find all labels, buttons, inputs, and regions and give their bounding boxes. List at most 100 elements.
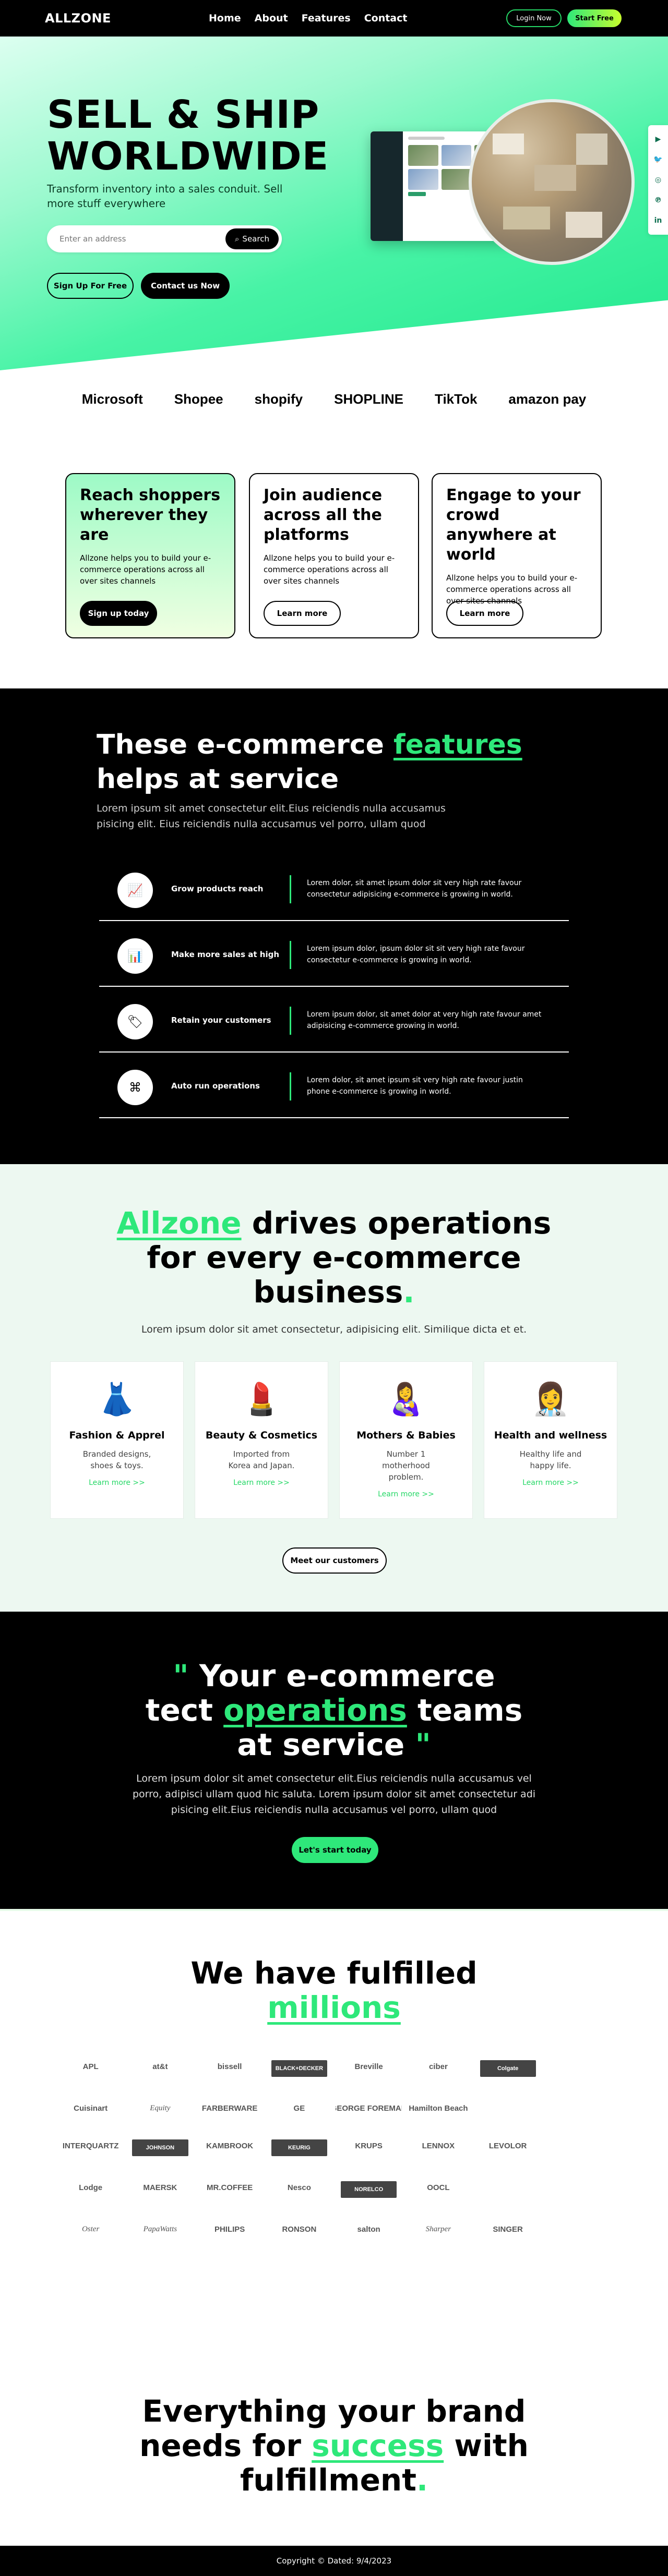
learn-more-link[interactable]: Learn more >> bbox=[195, 1479, 328, 1487]
category-card: 👩‍🍼 Mothers & Babies Number 1 motherhood… bbox=[339, 1361, 473, 1519]
address-search: ⌕ Search bbox=[47, 225, 282, 252]
main-nav: Home About Features Contact bbox=[209, 13, 407, 24]
brand-logo: ciber bbox=[428, 2062, 448, 2071]
operations-title: Allzone drives operations for every e-co… bbox=[0, 1206, 668, 1309]
brand-logo: PapaWatts bbox=[143, 2224, 177, 2233]
brand-logo: Colgate bbox=[480, 2060, 536, 2077]
brand-logo: bissell bbox=[217, 2062, 242, 2071]
linkedin-icon[interactable]: in bbox=[654, 216, 662, 225]
brand-logo: Equity bbox=[150, 2103, 171, 2112]
pinterest-icon[interactable]: ℗ bbox=[654, 196, 662, 204]
nav-features[interactable]: Features bbox=[302, 13, 351, 24]
learn-more-link[interactable]: Learn more >> bbox=[484, 1479, 617, 1487]
quote-l1: Your e-commerce bbox=[188, 1658, 495, 1694]
features-title-pre: These e-commerce bbox=[97, 729, 393, 760]
feature-desc: Lorem dolor, sit amet ipsum dolor sit ve… bbox=[307, 879, 522, 899]
brand-logo: Sharper bbox=[425, 2224, 451, 2233]
feature-row: ⌘ Auto run operations Lorem dolor, sit a… bbox=[99, 1053, 569, 1118]
twitter-icon[interactable]: 🐦 bbox=[653, 155, 662, 164]
dashboard-tile bbox=[441, 169, 471, 190]
start-today-button[interactable]: Let's start today bbox=[292, 1837, 378, 1863]
brand-logo: at&t bbox=[152, 2062, 168, 2071]
search-button[interactable]: ⌕ Search bbox=[225, 228, 279, 249]
nav-home[interactable]: Home bbox=[209, 13, 241, 24]
address-input[interactable] bbox=[59, 233, 216, 245]
brands-section: We have fulfilled millions APL at&t bissel… bbox=[0, 1909, 668, 2300]
brands-title-l1: We have fulfilled bbox=[190, 1955, 478, 1991]
partner-logo-shopify: shopify bbox=[254, 391, 303, 407]
brands-title: We have fulfilled millions bbox=[0, 1956, 668, 2025]
meet-customers-button[interactable]: Meet our customers bbox=[282, 1547, 387, 1574]
brand-logo: MR.COFFEE bbox=[206, 2183, 253, 2192]
brand-logo: Cuisinart bbox=[74, 2103, 108, 2113]
fulfillment-l2-pre: needs for bbox=[139, 2428, 312, 2463]
fulfillment-l3: fulfillment bbox=[240, 2462, 416, 2498]
fulfillment-l2-post: with bbox=[444, 2428, 529, 2463]
city-aerial-image bbox=[469, 99, 635, 265]
partner-logos: Microsoft Shopee shopify SHOPLINE TikTok… bbox=[0, 370, 668, 428]
category-text: Number 1 motherhood problem. bbox=[382, 1449, 430, 1482]
learn-more-button[interactable]: Learn more bbox=[446, 601, 523, 626]
contact-button[interactable]: Contact us Now bbox=[141, 273, 230, 299]
building-shape bbox=[566, 212, 602, 238]
quote-subtitle: Lorem ipsum dolor sit amet consectetur e… bbox=[132, 1773, 536, 1816]
hero-title: SELL & SHIP WORLDWIDE bbox=[47, 94, 329, 177]
brand-logo: JOHNSON bbox=[132, 2139, 188, 2156]
feature-name: Auto run operations bbox=[171, 1081, 260, 1091]
value-card: Join audience across all the platforms A… bbox=[249, 473, 419, 638]
fulfillment-section: Everything your brand needs for success … bbox=[0, 2300, 668, 2546]
card-text: Allzone helps you to build your e-commer… bbox=[264, 553, 395, 586]
fulfillment-title: Everything your brand needs for success … bbox=[0, 2394, 668, 2497]
doctor-icon: 👩‍⚕️ bbox=[531, 1381, 570, 1418]
card-title: Reach shoppers wherever they are bbox=[80, 486, 221, 544]
partner-logo-amazon-pay: amazon pay bbox=[508, 391, 587, 407]
features-title-highlight: features bbox=[393, 729, 522, 760]
feature-divider bbox=[290, 1007, 291, 1035]
brand-logo: INTERQUARTZ bbox=[62, 2141, 119, 2150]
brand-logo bbox=[544, 2100, 611, 2117]
brand-logo bbox=[544, 2221, 611, 2238]
dress-icon: 👗 bbox=[97, 1381, 137, 1418]
start-free-button[interactable]: Start Free bbox=[567, 9, 622, 27]
search-icon: ⌕ bbox=[235, 234, 240, 244]
quote-section: " Your e-commerce tect operations teams … bbox=[0, 1612, 668, 1909]
youtube-icon[interactable]: ▶ bbox=[655, 135, 661, 143]
brand-logo bbox=[475, 2100, 541, 2117]
category-text: Healthy life and happy life. bbox=[519, 1449, 582, 1470]
social-bar: ▶ 🐦 ◎ ℗ in bbox=[648, 125, 668, 235]
fulfillment-highlight: success bbox=[312, 2428, 444, 2463]
features-section: These e-commerce features helps at servi… bbox=[0, 688, 668, 1164]
operations-title-l1: drives operations bbox=[241, 1205, 552, 1241]
quote-open-mark: " bbox=[173, 1658, 189, 1694]
login-button[interactable]: Login Now bbox=[506, 9, 562, 27]
partner-logo-tiktok: TikTok bbox=[435, 391, 478, 407]
card-text: Allzone helps you to build your e-commer… bbox=[80, 553, 211, 586]
quote-highlight: operations bbox=[223, 1692, 407, 1728]
partner-logo-shopline: SHOPLINE bbox=[334, 391, 404, 407]
quote-title: " Your e-commerce tect operations teams … bbox=[0, 1659, 668, 1762]
features-title: These e-commerce features helps at servi… bbox=[97, 728, 566, 796]
partner-logo-shopee: Shopee bbox=[174, 391, 223, 407]
category-card: 💄 Beauty & Cosmetics Imported from Korea… bbox=[195, 1361, 328, 1519]
hero-section: SELL & SHIP WORLDWIDE Transform inventor… bbox=[0, 37, 668, 370]
logo[interactable]: ALLZONE bbox=[45, 11, 111, 26]
operations-section: Allzone drives operations for every e-co… bbox=[0, 1164, 668, 1612]
category-card: 👩‍⚕️ Health and wellness Healthy life an… bbox=[484, 1361, 617, 1519]
nav-contact[interactable]: Contact bbox=[364, 13, 408, 24]
copyright-text: Copyright © Dated: 9/4/2023 bbox=[276, 2556, 392, 2566]
learn-more-button[interactable]: Learn more bbox=[264, 601, 341, 626]
sign-up-today-button[interactable]: Sign up today bbox=[80, 601, 157, 626]
signup-button[interactable]: Sign Up For Free bbox=[47, 273, 134, 299]
features-subtitle: Lorem ipsum sit amet consectetur elit.Ei… bbox=[97, 803, 446, 830]
learn-more-link[interactable]: Learn more >> bbox=[51, 1479, 183, 1487]
footer: Copyright © Dated: 9/4/2023 bbox=[0, 2546, 668, 2576]
feature-row: 📈 Grow products reach Lorem dolor, sit a… bbox=[99, 855, 569, 921]
brand-logo: KAMBROOK bbox=[206, 2141, 254, 2150]
learn-more-link[interactable]: Learn more >> bbox=[340, 1490, 472, 1498]
instagram-icon[interactable]: ◎ bbox=[655, 176, 661, 184]
category-card: 👗 Fashion & Apprel Branded designs, shoe… bbox=[50, 1361, 184, 1519]
category-name: Health and wellness bbox=[494, 1430, 607, 1441]
feature-desc: Lorem dolor, sit amet ipsum sit very hig… bbox=[307, 1076, 523, 1096]
nav-about[interactable]: About bbox=[255, 13, 288, 24]
card-title: Engage to your crowd anywhere at world bbox=[446, 486, 581, 564]
